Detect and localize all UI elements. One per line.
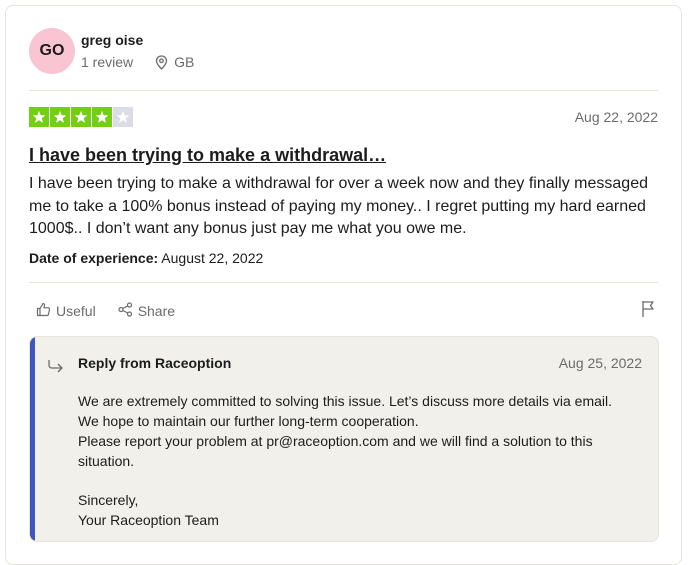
company-reply: Reply from Raceoption Aug 25, 2022 We ar… bbox=[29, 336, 659, 542]
avatar[interactable]: GO bbox=[29, 28, 75, 74]
share-label: Share bbox=[137, 303, 176, 319]
divider bbox=[29, 282, 658, 283]
reply-line: We hope to maintain our further long-ter… bbox=[78, 413, 419, 429]
reply-from: Reply from Raceoption bbox=[78, 355, 232, 371]
reply-body: We are extremely committed to solving th… bbox=[78, 391, 638, 530]
reviewer-name[interactable]: greg oise bbox=[81, 32, 143, 48]
review-card: GO greg oise 1 review GB Aug 22, 2022 I … bbox=[5, 5, 682, 565]
date-of-experience: Date of experience: August 22, 2022 bbox=[29, 250, 263, 266]
reply-signature: Your Raceoption Team bbox=[78, 512, 219, 528]
star-icon bbox=[29, 107, 49, 127]
star-icon bbox=[113, 107, 133, 127]
reply-line: We are extremely committed to solving th… bbox=[78, 393, 613, 409]
divider bbox=[29, 90, 658, 91]
star-icon bbox=[50, 107, 70, 127]
review-date: Aug 22, 2022 bbox=[574, 109, 658, 125]
review-body: I have been trying to make a withdrawal … bbox=[29, 175, 648, 237]
avatar-initials: GO bbox=[39, 42, 65, 59]
reviewer-country: GB bbox=[174, 54, 195, 70]
star-icon bbox=[92, 107, 112, 127]
review-title[interactable]: I have been trying to make a withdrawal… bbox=[29, 145, 386, 166]
useful-button[interactable]: Useful bbox=[36, 302, 96, 320]
useful-label: Useful bbox=[56, 303, 96, 319]
reply-accent-bar bbox=[30, 337, 35, 541]
share-icon bbox=[118, 302, 133, 320]
star-icon bbox=[71, 107, 91, 127]
location-pin-icon bbox=[155, 54, 168, 70]
reply-line: Please report your problem at pr@raceopt… bbox=[78, 433, 593, 469]
reply-closing: Sincerely, bbox=[78, 492, 139, 508]
flag-icon[interactable] bbox=[641, 300, 655, 323]
review-count: 1 review bbox=[81, 54, 134, 70]
share-button[interactable]: Share bbox=[118, 302, 175, 320]
thumbs-up-icon bbox=[36, 302, 51, 320]
experience-date: August 22, 2022 bbox=[161, 250, 264, 266]
reply-date: Aug 25, 2022 bbox=[558, 355, 642, 371]
star-rating bbox=[29, 107, 133, 127]
experience-label: Date of experience: bbox=[29, 250, 159, 266]
reply-arrow-icon bbox=[47, 359, 65, 378]
review-actions: Useful Share bbox=[36, 302, 175, 320]
reviewer-meta: 1 review GB bbox=[81, 54, 194, 70]
